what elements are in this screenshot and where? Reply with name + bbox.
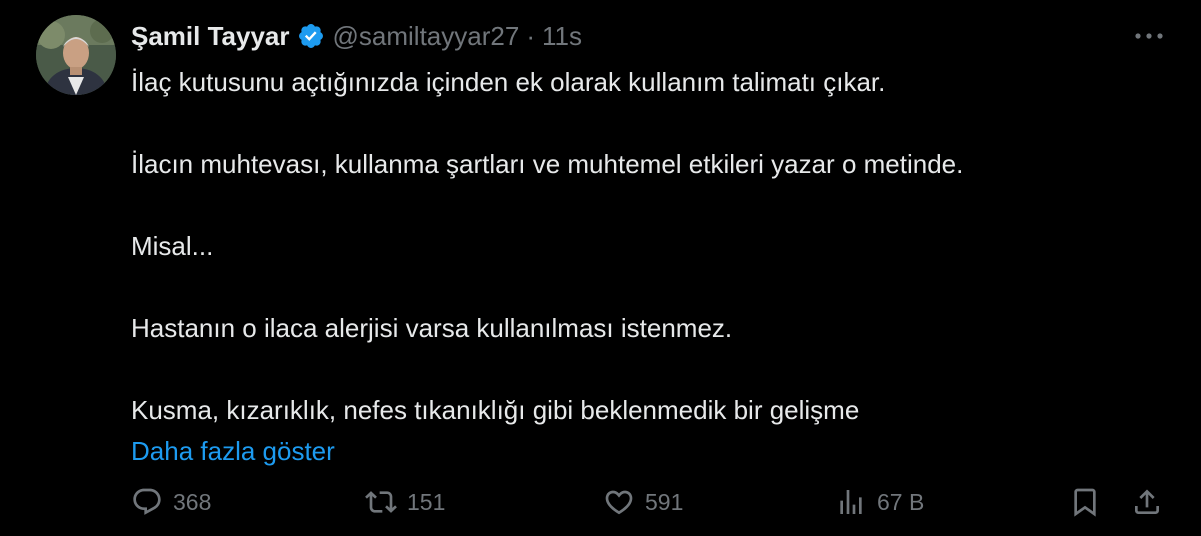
- avatar[interactable]: [36, 15, 116, 95]
- separator-dot: ·: [526, 20, 535, 51]
- author-name[interactable]: Şamil Tayyar: [131, 21, 290, 52]
- tweet-line: Hastanın o ilaca alerjisi varsa kullanıl…: [131, 313, 733, 343]
- views-button[interactable]: 67 B: [835, 482, 924, 522]
- timestamp[interactable]: 11s: [542, 21, 582, 52]
- retweet-button[interactable]: 151: [365, 482, 445, 522]
- tweet-header: Şamil Tayyar @samiltayyar27 · 11s: [131, 18, 582, 54]
- like-count: 591: [645, 488, 684, 515]
- reply-icon: [131, 486, 163, 518]
- show-more-link[interactable]: Daha fazla göster: [131, 431, 335, 472]
- tweet-line: Misal...: [131, 231, 214, 261]
- tweet-actions: 368 151 591 67 B: [131, 482, 1171, 522]
- tweet-line: İlacın muhtevası, kullanma şartları ve m…: [131, 149, 964, 179]
- tweet-line: Kusma, kızarıklık, nefes tıkanıklığı gib…: [131, 395, 860, 425]
- verified-badge-icon[interactable]: [297, 22, 325, 50]
- share-icon: [1131, 486, 1163, 518]
- more-horizontal-icon[interactable]: [1127, 22, 1171, 50]
- share-button[interactable]: [1131, 482, 1163, 522]
- tweet-text: İlaç kutusunu açtığınızda içinden ek ola…: [131, 62, 1171, 472]
- tweet-line: İlaç kutusunu açtığınızda içinden ek ola…: [131, 67, 886, 97]
- tweet[interactable]: Şamil Tayyar @samiltayyar27 · 11s İlaç k…: [0, 0, 1201, 536]
- bookmark-button[interactable]: [1069, 482, 1101, 522]
- heart-icon: [603, 486, 635, 518]
- like-button[interactable]: 591: [603, 482, 683, 522]
- reply-count: 368: [173, 488, 212, 515]
- bookmark-icon: [1069, 486, 1101, 518]
- reply-button[interactable]: 368: [131, 482, 211, 522]
- retweet-count: 151: [407, 488, 446, 515]
- views-count: 67 B: [877, 488, 925, 515]
- author-handle[interactable]: @samiltayyar27: [333, 21, 520, 52]
- retweet-icon: [365, 486, 397, 518]
- views-icon: [835, 486, 867, 518]
